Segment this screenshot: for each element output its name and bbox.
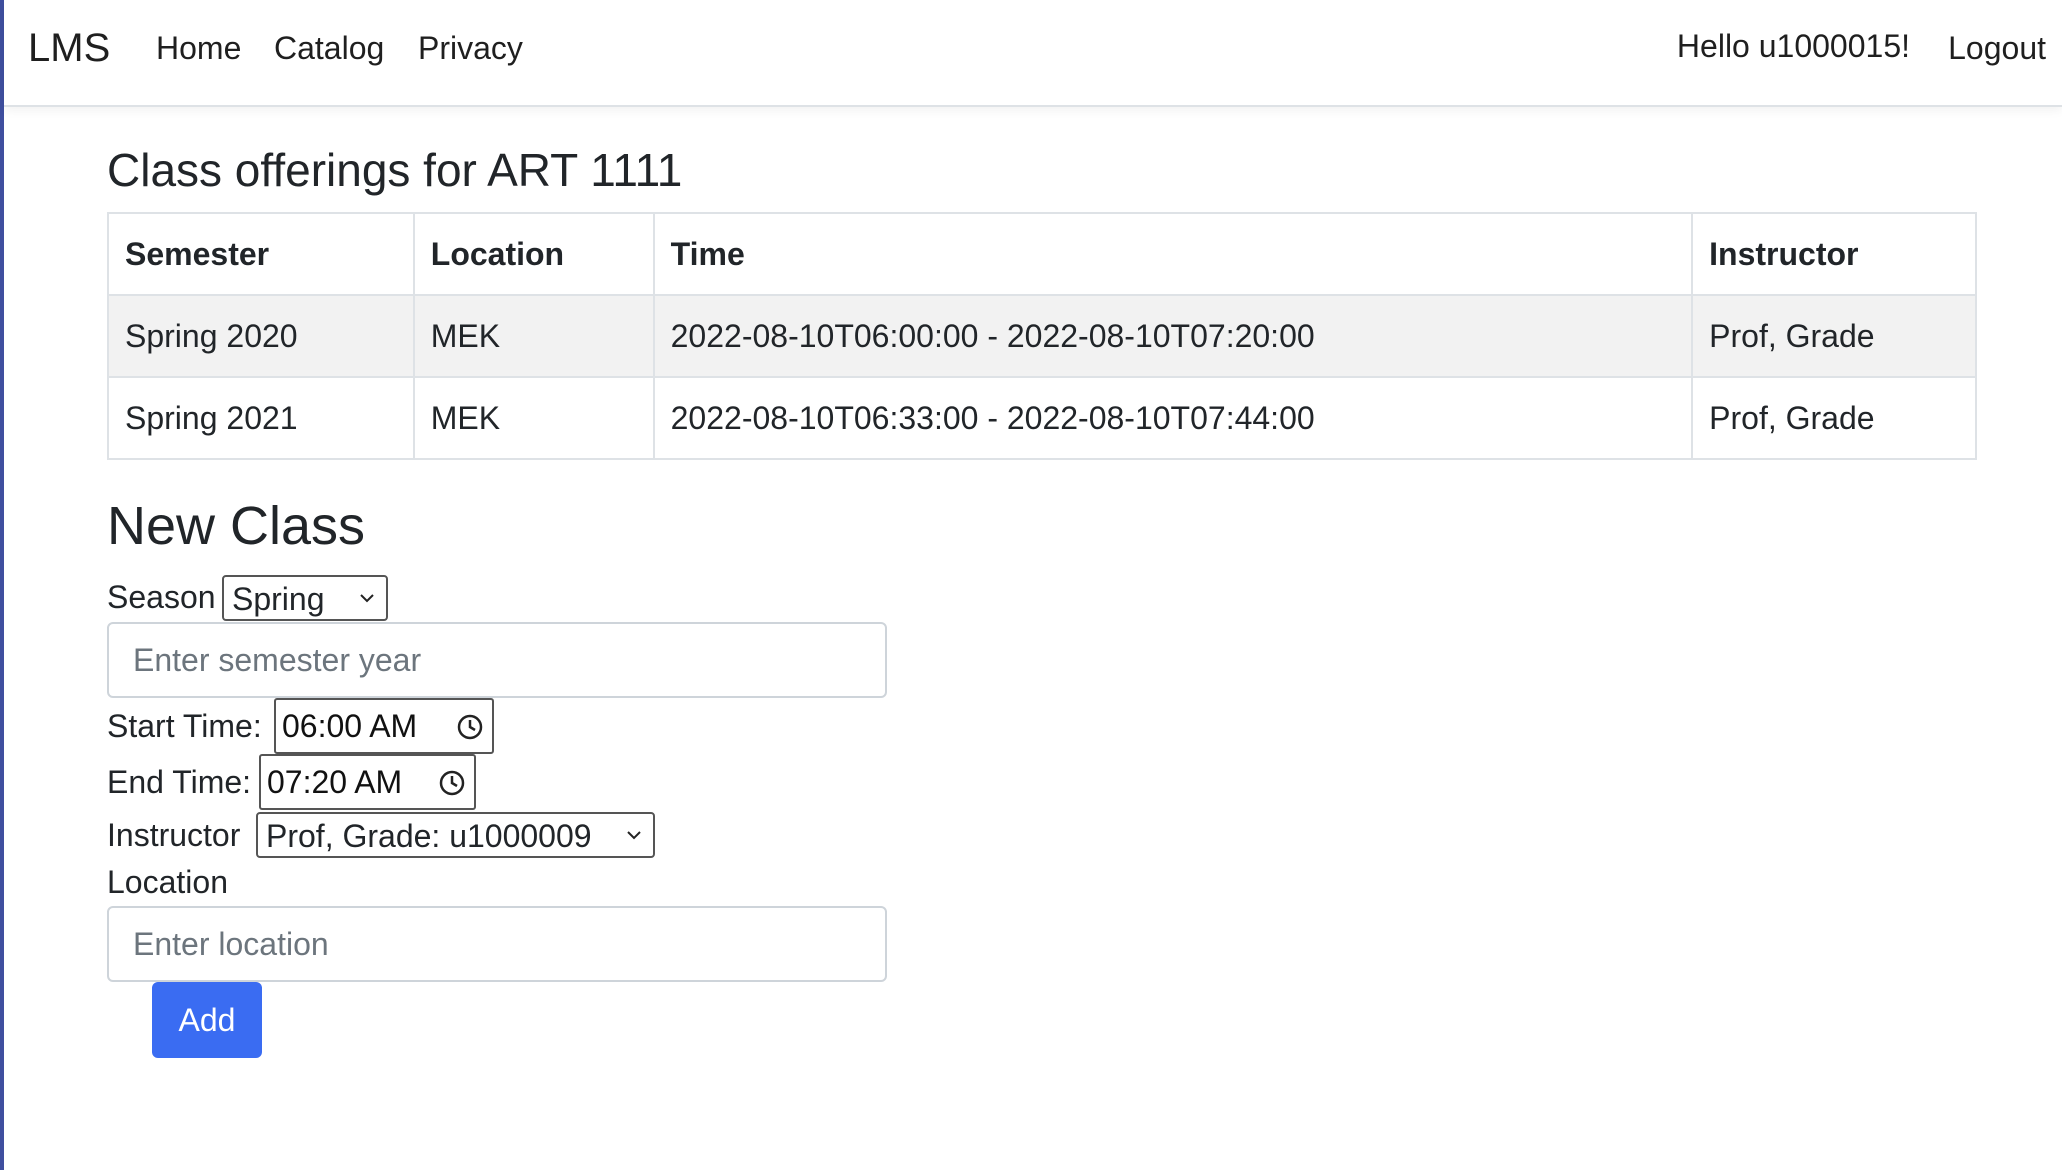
location-label: Location (107, 864, 228, 900)
page-title: Class offerings for ART 1111 (107, 144, 683, 196)
semester-year-input[interactable]: Enter semester year (107, 622, 887, 698)
clock-icon[interactable] (438, 769, 466, 797)
instructor-label: Instructor (107, 817, 241, 853)
user-greeting: Hello u1000015! (1676, 28, 1910, 64)
end-time-label: End Time: (107, 764, 252, 800)
add-button[interactable]: Add (152, 982, 262, 1058)
end-time-value: 07:20 AM (267, 764, 403, 800)
clock-icon[interactable] (456, 713, 484, 741)
chevron-down-icon (360, 594, 374, 603)
instructor-select[interactable]: Prof, Grade: u1000009 (256, 812, 655, 858)
cell-location: MEK (412, 376, 655, 460)
season-select-value: Spring (232, 581, 325, 617)
offerings-table: Semester Location Time Instructor Spring… (107, 212, 1977, 460)
end-time-input[interactable]: 07:20 AM (259, 754, 476, 810)
nav-catalog[interactable]: Catalog (274, 30, 384, 67)
chevron-down-icon (627, 831, 641, 840)
start-time-value: 06:00 AM (282, 708, 418, 744)
nav-home[interactable]: Home (156, 30, 241, 67)
column-header-location: Location (412, 212, 655, 296)
column-header-semester: Semester (107, 212, 415, 296)
column-header-time: Time (652, 212, 1694, 296)
logout-link[interactable]: Logout (1948, 30, 2046, 67)
new-class-heading: New Class (107, 496, 366, 556)
instructor-select-value: Prof, Grade: u1000009 (266, 818, 592, 854)
cell-time: 2022-08-10T06:00:00 - 2022-08-10T07:20:0… (652, 294, 1694, 378)
cell-time: 2022-08-10T06:33:00 - 2022-08-10T07:44:0… (652, 376, 1694, 460)
location-input[interactable]: Enter location (107, 906, 887, 982)
start-time-input[interactable]: 06:00 AM (274, 698, 494, 754)
start-time-label: Start Time: (107, 708, 262, 744)
column-header-instructor: Instructor (1691, 212, 1977, 296)
season-label: Season (107, 579, 216, 615)
cell-location: MEK (412, 294, 655, 378)
window-left-edge (0, 0, 4, 1170)
season-select[interactable]: Spring (222, 575, 388, 621)
top-navbar: LMS Home Catalog Privacy Hello u1000015!… (4, 0, 2062, 107)
cell-instructor: Prof, Grade (1691, 376, 1977, 460)
table-header-row: Semester Location Time Instructor (107, 212, 1977, 296)
cell-instructor: Prof, Grade (1691, 294, 1977, 378)
cell-semester: Spring 2021 (107, 376, 415, 460)
table-row: Spring 2020 MEK 2022-08-10T06:00:00 - 20… (107, 294, 1977, 378)
table-row: Spring 2021 MEK 2022-08-10T06:33:00 - 20… (107, 376, 1977, 460)
nav-privacy[interactable]: Privacy (418, 30, 523, 67)
cell-semester: Spring 2020 (107, 294, 415, 378)
brand-logo[interactable]: LMS (28, 26, 110, 71)
